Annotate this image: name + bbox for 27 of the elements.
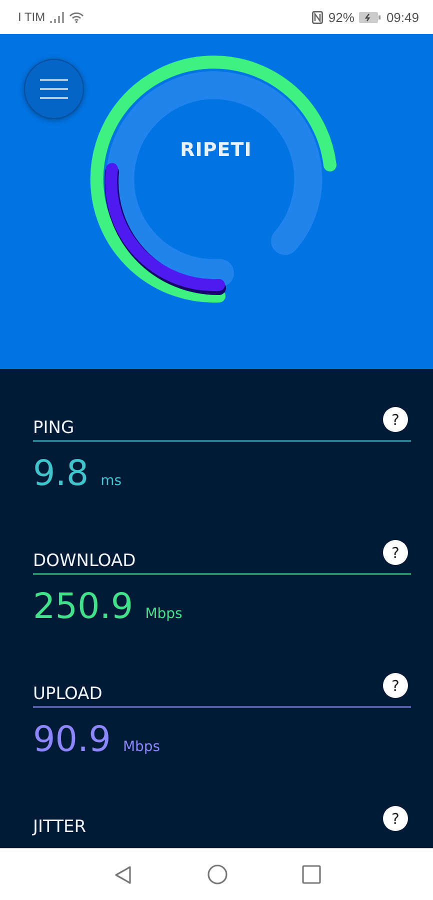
metric-label: PING [33,418,74,438]
menu-button[interactable] [24,59,84,119]
nfc-icon [312,10,324,24]
help-button[interactable]: ? [383,673,408,698]
carrier-name: I TIM [18,10,46,24]
repeat-button[interactable]: RIPETI [166,132,266,168]
help-button[interactable]: ? [383,407,408,432]
wifi-icon [69,12,84,22]
metric-value: 90.9 [33,720,111,760]
metric-unit: Mbps [145,606,182,622]
back-icon [112,864,132,884]
battery-percent: 92% [328,10,354,24]
metric-unit: ms [100,473,122,489]
battery-icon [359,12,382,22]
metric-value: 250.9 [33,587,134,627]
help-button[interactable]: ? [383,540,408,565]
home-icon [206,864,228,885]
signal-icon [50,12,64,22]
menu-icon [40,79,68,99]
help-button[interactable]: ? [383,806,408,831]
clock-time: 09:49 [386,10,419,24]
metric-label: DOWNLOAD [33,551,136,571]
metric-label: JITTER [33,817,86,837]
metric-value: 9.8 [33,454,89,494]
metric-unit: Mbps [122,739,160,755]
recents-icon [302,865,320,884]
metric-label: UPLOAD [33,684,102,704]
